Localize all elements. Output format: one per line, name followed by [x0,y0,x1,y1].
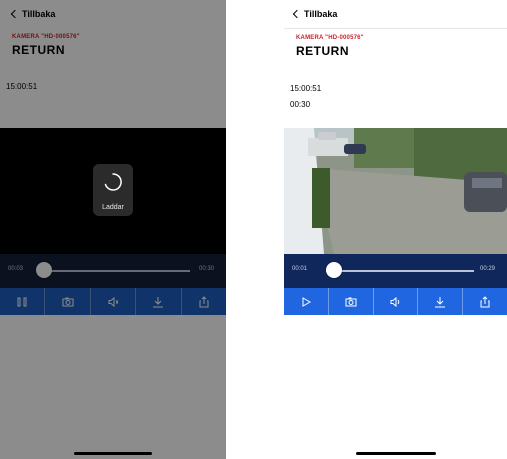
loading-text: Laddar [102,204,124,211]
share-icon [480,295,490,307]
loading-overlay [0,0,226,459]
camera-icon [345,297,357,306]
camera-label: KAMERA "HD-000576" [296,35,364,41]
video-player[interactable] [284,128,507,254]
loading-indicator: Laddar [93,164,133,216]
chevron-left-icon [292,9,302,19]
download-icon [435,296,446,307]
back-label: Tillbaka [304,9,338,19]
sound-button[interactable] [374,288,419,315]
scrubber-track[interactable] [326,270,474,272]
download-button[interactable] [418,288,464,315]
snapshot-button[interactable] [329,288,374,315]
right-phone-screen: Tillbaka KAMERA "HD-000576" RETURN 15:00… [284,0,507,459]
back-button[interactable]: Tillbaka [292,9,338,19]
home-indicator[interactable] [356,452,436,455]
total-time: 00:29 [480,266,496,272]
mode-title: RETURN [296,44,349,58]
left-phone-screen: Tillbaka KAMERA "HD-000576" RETURN 15:00… [0,0,226,459]
speaker-icon [390,296,400,307]
spinner-icon [104,173,122,191]
play-icon [302,296,311,307]
control-bar [284,288,507,315]
duration-text: 00:30 [290,100,311,109]
share-button[interactable] [463,288,507,315]
play-button[interactable] [284,288,329,315]
video-scrubber[interactable]: 00:01 00:29 [284,254,507,288]
camera-feed-image [284,128,507,254]
header-divider [284,28,507,29]
clock-text: 15:00:51 [290,84,322,93]
current-time: 00:01 [292,266,308,272]
scrubber-handle[interactable] [326,262,342,278]
